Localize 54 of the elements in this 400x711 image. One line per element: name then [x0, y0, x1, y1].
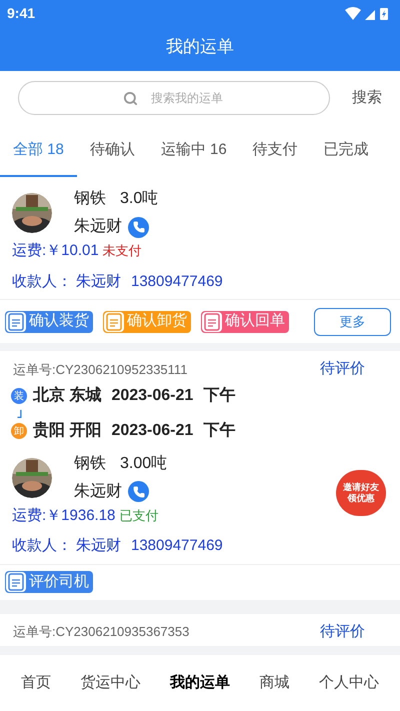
- payee-phone: 13809477469: [131, 272, 223, 292]
- document-icon: [202, 312, 222, 332]
- phone-icon: [132, 486, 144, 498]
- order-number: 运单号:CY2306210935367353: [13, 623, 190, 641]
- search-icon: [123, 91, 138, 106]
- route-period: 下午: [203, 420, 236, 441]
- goods-weight: 3.00吨: [120, 454, 168, 474]
- route-date: 2023-06-21: [111, 386, 194, 406]
- route-date: 2023-06-21: [111, 421, 194, 441]
- nav-item[interactable]: 我的运单: [170, 672, 230, 694]
- document-icon: [104, 312, 124, 332]
- goods-name: 钢铁: [74, 454, 106, 474]
- order-status: 待评价: [320, 359, 365, 379]
- route-badge: 卸: [11, 423, 27, 439]
- phone-icon: [132, 221, 144, 233]
- document-icon: [6, 312, 26, 332]
- phone-button[interactable]: [128, 481, 149, 502]
- order-number: 运单号:CY2306210952335111: [13, 360, 188, 378]
- driver-name: 朱远财: [74, 482, 122, 502]
- route-place: 北京 东城: [33, 385, 102, 406]
- order-status: 待评价: [320, 622, 365, 642]
- tab[interactable]: 待支付: [240, 125, 311, 177]
- payee-name: 朱远财: [76, 536, 121, 556]
- freight-amount: 运费:￥1936.18: [12, 506, 116, 526]
- search-field[interactable]: 搜索我的运单: [18, 81, 330, 115]
- payee-name: 朱远财: [76, 272, 121, 292]
- page-title: 我的运单: [166, 36, 234, 58]
- phone-button[interactable]: [128, 216, 149, 238]
- promo-badge[interactable]: 邀请好友 领优惠: [336, 470, 386, 516]
- document-icon: [6, 572, 26, 592]
- driver-name: 朱远财: [74, 216, 122, 237]
- payment-status: 未支付: [102, 242, 142, 260]
- tab[interactable]: 待确认: [76, 125, 148, 177]
- tab[interactable]: 运输中 16: [148, 125, 240, 177]
- route-badge: 装: [11, 388, 27, 404]
- freight-amount: 运费:￥10.01: [12, 241, 99, 261]
- route-period: 下午: [203, 386, 236, 406]
- route-place: 贵阳 开阳: [33, 420, 102, 441]
- nav-item[interactable]: 首页: [20, 672, 51, 694]
- status-time: 9:41: [7, 4, 36, 23]
- search-button[interactable]: 搜索: [352, 86, 382, 110]
- goods-weight: 3.0吨: [120, 188, 158, 209]
- nav-item[interactable]: 商城: [260, 672, 290, 694]
- nav-item[interactable]: 货运中心: [80, 672, 140, 694]
- payment-status: 已支付: [119, 506, 158, 524]
- payee-label: 收款人：: [12, 536, 72, 556]
- payee-label: 收款人：: [12, 272, 72, 292]
- action-button[interactable]: 评价司机: [5, 571, 93, 593]
- more-button[interactable]: 更多: [314, 308, 391, 336]
- nav-item[interactable]: 个人中心: [319, 672, 380, 694]
- action-button[interactable]: 确认装货: [5, 310, 93, 332]
- payee-phone: 13809477469: [131, 536, 223, 556]
- goods-name: 钢铁: [74, 189, 106, 209]
- tab[interactable]: 已完成: [310, 125, 382, 177]
